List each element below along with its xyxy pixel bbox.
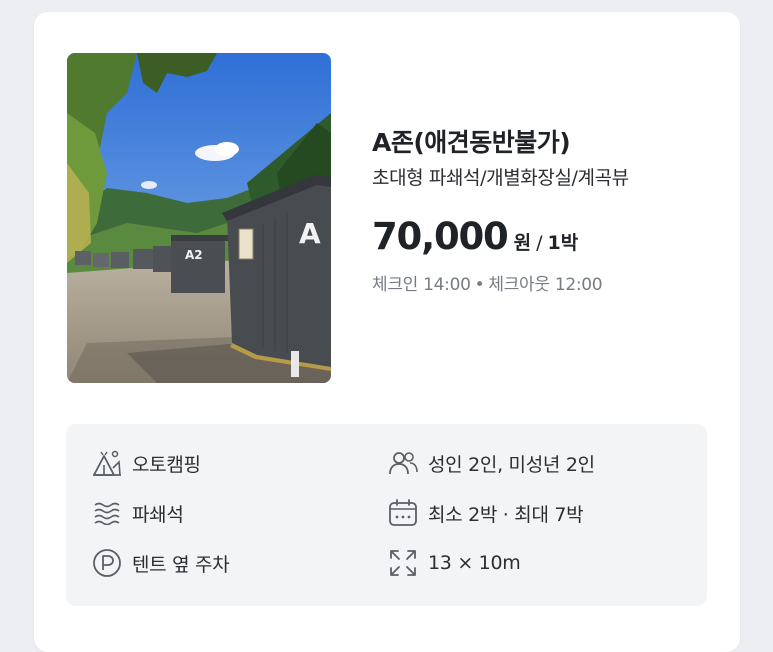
- campsite-card[interactable]: A2 A A존(애견동반불가) 초대형 파쇄석/개별화장실/계곡뷰 70,000…: [34, 12, 740, 652]
- feature-label: 텐트 옆 주차: [132, 553, 230, 576]
- parking-icon: [90, 546, 124, 580]
- people-icon: [386, 446, 420, 480]
- cabin-label-a: A: [299, 217, 321, 250]
- price-row: 70,000 원 / 1박: [372, 215, 732, 258]
- feature-camping-type: 오토캠핑: [90, 446, 201, 480]
- price-currency: 원: [513, 232, 532, 254]
- feature-capacity: 성인 2인, 미성년 2인: [386, 446, 595, 480]
- price-amount: 70,000: [372, 215, 509, 258]
- feature-stay: 최소 2박 · 최대 7박: [386, 496, 584, 530]
- cabin-label-a2: A2: [185, 248, 203, 262]
- feature-size: 13 × 10m: [386, 546, 521, 580]
- feature-label: 파쇄석: [132, 503, 184, 526]
- feature-parking: 텐트 옆 주차: [90, 546, 230, 580]
- check-times: 체크인 14:00 • 체크아웃 12:00: [372, 270, 732, 295]
- campsite-photo[interactable]: A2 A: [67, 53, 331, 383]
- expand-icon: [386, 546, 420, 580]
- price-separator: /: [536, 232, 543, 254]
- product-info: A존(애견동반불가) 초대형 파쇄석/개별화장실/계곡뷰 70,000 원 / …: [372, 128, 732, 295]
- feature-label: 최소 2박 · 최대 7박: [428, 503, 584, 526]
- feature-label: 13 × 10m: [428, 552, 521, 574]
- checkin-time: 체크인 14:00: [372, 275, 471, 295]
- gravel-icon: [90, 496, 124, 530]
- feature-panel: 오토캠핑 성인 2인, 미성년 2인 파쇄석 최소 2박 · 최대 7박 텐트 …: [66, 424, 707, 606]
- product-title[interactable]: A존(애견동반불가): [372, 128, 732, 158]
- feature-label: 오토캠핑: [132, 453, 201, 476]
- product-subtitle: 초대형 파쇄석/개별화장실/계곡뷰: [372, 167, 629, 189]
- tent-icon: [90, 446, 124, 480]
- checkout-time: 체크아웃 12:00: [488, 275, 603, 295]
- separator-dot: •: [474, 275, 485, 295]
- calendar-icon: [386, 496, 420, 530]
- price-per-night: 1박: [547, 232, 579, 254]
- feature-label: 성인 2인, 미성년 2인: [428, 453, 595, 476]
- feature-ground: 파쇄석: [90, 496, 184, 530]
